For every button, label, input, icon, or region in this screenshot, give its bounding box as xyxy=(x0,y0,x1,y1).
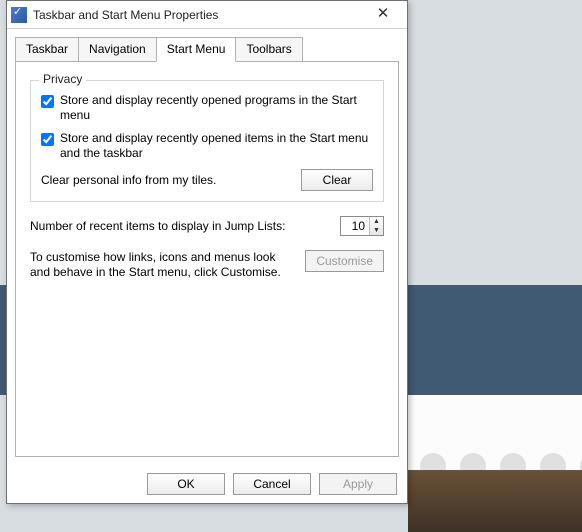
spinner-up-icon[interactable]: ▲ xyxy=(370,217,383,226)
privacy-group-label: Privacy xyxy=(39,72,86,86)
checkbox-recent-programs[interactable] xyxy=(41,95,54,108)
tab-toolbars[interactable]: Toolbars xyxy=(235,37,302,61)
checkbox-recent-items[interactable] xyxy=(41,133,54,146)
window-icon xyxy=(11,7,27,23)
jump-list-spinner[interactable]: ▲ ▼ xyxy=(340,216,384,236)
privacy-group: Privacy Store and display recently opene… xyxy=(30,80,384,202)
customise-button[interactable]: Customise xyxy=(305,250,384,272)
tab-panel-start-menu: Privacy Store and display recently opene… xyxy=(15,61,399,457)
jump-list-input[interactable] xyxy=(341,217,369,235)
customise-description: To customise how links, icons and menus … xyxy=(30,250,295,280)
tab-navigation[interactable]: Navigation xyxy=(78,37,157,61)
label-recent-items: Store and display recently opened items … xyxy=(60,131,373,161)
apply-button[interactable]: Apply xyxy=(319,473,397,495)
tab-taskbar[interactable]: Taskbar xyxy=(15,37,79,61)
titlebar: Taskbar and Start Menu Properties ✕ xyxy=(7,1,407,29)
tab-start-menu[interactable]: Start Menu xyxy=(156,37,237,62)
label-recent-programs: Store and display recently opened progra… xyxy=(60,93,373,123)
clear-tiles-text: Clear personal info from my tiles. xyxy=(41,173,301,187)
close-icon[interactable]: ✕ xyxy=(365,5,401,25)
jump-list-label: Number of recent items to display in Jum… xyxy=(30,219,340,233)
tab-strip: Taskbar Navigation Start Menu Toolbars xyxy=(7,29,407,61)
ok-button[interactable]: OK xyxy=(147,473,225,495)
properties-dialog: Taskbar and Start Menu Properties ✕ Task… xyxy=(6,0,408,504)
dialog-button-row: OK Cancel Apply xyxy=(7,465,407,503)
clear-button[interactable]: Clear xyxy=(301,169,373,191)
background-wood xyxy=(408,470,582,532)
spinner-down-icon[interactable]: ▼ xyxy=(370,226,383,235)
cancel-button[interactable]: Cancel xyxy=(233,473,311,495)
window-title: Taskbar and Start Menu Properties xyxy=(33,8,365,22)
